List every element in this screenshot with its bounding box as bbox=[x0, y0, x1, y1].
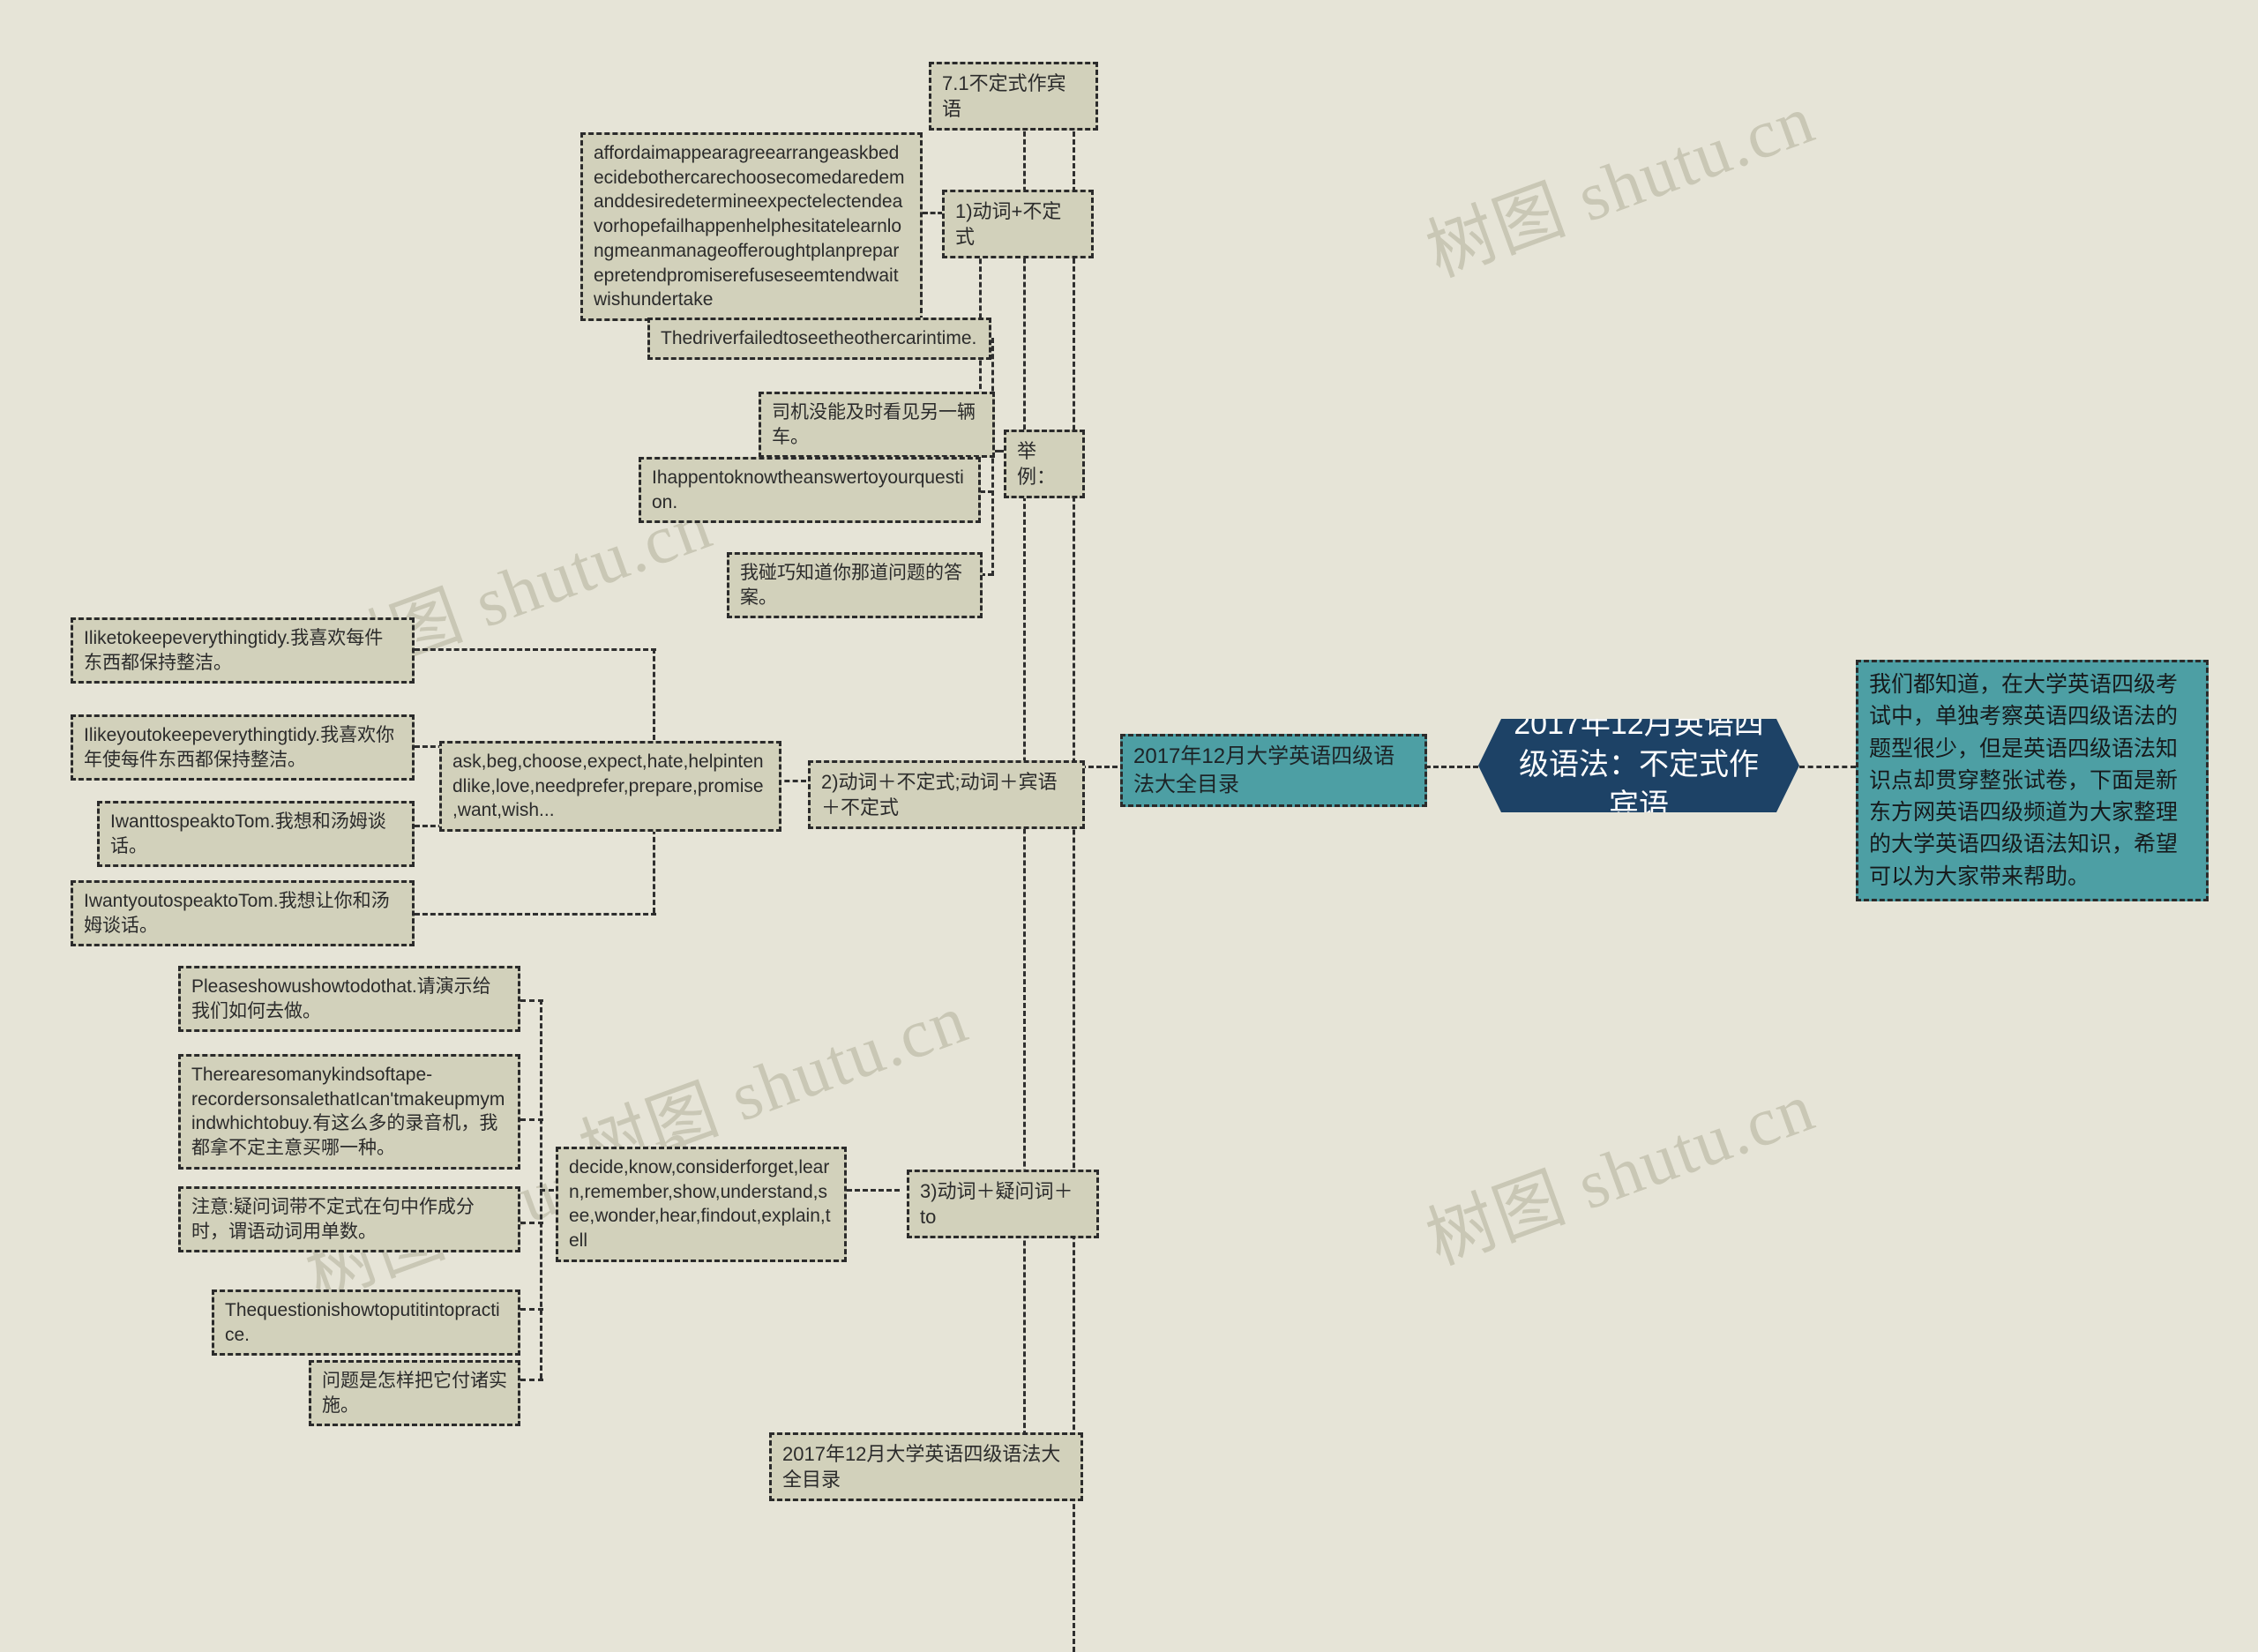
example-node[interactable]: 司机没能及时看见另一辆车。 bbox=[759, 392, 995, 459]
connector bbox=[847, 1189, 900, 1192]
watermark: 树图 shutu.cn bbox=[1417, 79, 1825, 291]
connector bbox=[520, 1308, 543, 1311]
example-node[interactable]: IwanttospeaktoTom.我想和汤姆谈话。 bbox=[97, 801, 415, 868]
mindmap-canvas: 树图 shutu.cn 树图 shutu.cn 树图 shutu.cn 树图 s… bbox=[0, 0, 2258, 1652]
connector bbox=[1073, 84, 1075, 1652]
subtopic-node[interactable]: 7.1不定式作宾语 bbox=[929, 62, 1098, 131]
examples-label-node[interactable]: 举例： bbox=[1004, 430, 1085, 499]
example-node[interactable]: Ilikeyoutokeepeverythingtidy.我喜欢你年使每件东西都… bbox=[71, 714, 415, 781]
example-node[interactable]: Therearesomanykindsoftape-recordersonsal… bbox=[178, 1054, 520, 1170]
branch3-label-node[interactable]: 3)动词＋疑问词＋to bbox=[907, 1170, 1099, 1239]
example-node[interactable]: IwantyoutospeaktoTom.我想让你和汤姆谈话。 bbox=[71, 880, 415, 947]
connector bbox=[520, 1118, 543, 1121]
example-node[interactable]: Thedriverfailedtoseetheothercarintime. bbox=[647, 318, 991, 360]
example-node[interactable]: 我碰巧知道你那道问题的答案。 bbox=[727, 552, 983, 619]
watermark: 树图 shutu.cn bbox=[1417, 1067, 1825, 1279]
branch2-verbs-node[interactable]: ask,beg,choose,expect,hate,helpintendlik… bbox=[439, 741, 781, 833]
example-node[interactable]: 问题是怎样把它付诸实施。 bbox=[309, 1360, 520, 1427]
connector bbox=[520, 1379, 543, 1381]
branch1-verbs-node[interactable]: affordaimappearagreearrangeaskbedecidebo… bbox=[580, 132, 923, 322]
connector bbox=[520, 1222, 543, 1224]
example-node[interactable]: Thequestionishowtoputitintopractice. bbox=[212, 1289, 520, 1357]
example-node[interactable]: Iliketokeepeverythingtidy.我喜欢每件东西都保持整洁。 bbox=[71, 617, 415, 684]
intro-note-node[interactable]: 我们都知道，在大学英语四级考试中，单独考察英语四级语法的题型很少，但是英语四级语… bbox=[1856, 660, 2209, 901]
branch1-label-node[interactable]: 1)动词+不定式 bbox=[942, 190, 1094, 259]
example-node[interactable]: Ihappentoknowtheanswertoyourquestion. bbox=[639, 457, 981, 524]
connector bbox=[415, 648, 656, 651]
connector bbox=[520, 999, 543, 1002]
branch2-label-node[interactable]: 2)动词＋不定式;动词＋宾语＋不定式 bbox=[808, 760, 1085, 830]
branch3-verbs-node[interactable]: decide,know,considerforget,learn,remembe… bbox=[556, 1147, 847, 1262]
connector bbox=[1425, 766, 1478, 768]
example-node[interactable]: Pleaseshowushowtodothat.请演示给我们如何去做。 bbox=[178, 966, 520, 1033]
center-topic-node[interactable]: 2017年12月大学英语四级语法大全目录 bbox=[1120, 734, 1427, 808]
root-node[interactable]: 2017年12月英语四级语法：不定式作宾语 bbox=[1478, 719, 1799, 812]
footer-topic-node[interactable]: 2017年12月大学英语四级语法大全目录 bbox=[769, 1432, 1083, 1502]
connector bbox=[1799, 766, 1856, 768]
connector bbox=[415, 913, 656, 916]
example-node[interactable]: 注意:疑问词带不定式在句中作成分时，谓语动词用单数。 bbox=[178, 1186, 520, 1253]
